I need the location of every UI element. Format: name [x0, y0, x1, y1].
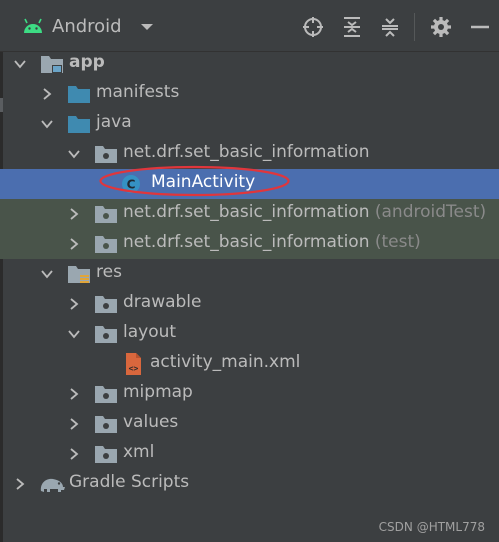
chevron-right-icon[interactable] — [67, 237, 81, 251]
tree-label-drawable: drawable — [123, 292, 202, 312]
module-folder-icon — [41, 56, 63, 73]
tree-row-xml[interactable]: xml — [0, 439, 499, 469]
chevron-down-icon[interactable] — [67, 147, 81, 161]
tree-label-manifests: manifests — [96, 82, 180, 102]
tree-row-package-test[interactable]: net.drf.set_basic_information (test) — [0, 229, 499, 259]
chevron-right-icon[interactable] — [67, 387, 81, 401]
project-toolbar: Android — [0, 0, 499, 52]
tree-row-gradle-scripts[interactable]: Gradle Scripts — [0, 469, 499, 499]
toolbar-separator — [414, 13, 415, 41]
annotation-ellipse — [99, 165, 290, 197]
tree-label-java: java — [96, 112, 132, 132]
tree-label-layout: layout — [123, 322, 177, 342]
chevron-down-icon[interactable] — [40, 267, 54, 281]
android-icon — [24, 18, 42, 33]
tree-row-res[interactable]: res — [0, 259, 499, 289]
tree-row-values[interactable]: values — [0, 409, 499, 439]
locate-icon[interactable] — [302, 16, 324, 38]
chevron-down-icon[interactable] — [13, 57, 27, 71]
chevron-right-icon[interactable] — [67, 417, 81, 431]
layout-file-icon: <> — [126, 353, 141, 375]
tree-row-app[interactable]: app — [0, 49, 499, 79]
folder-icon — [95, 296, 117, 313]
source-set-suffix: (androidTest) — [374, 202, 487, 222]
tree-row-java[interactable]: java — [0, 109, 499, 139]
folder-icon — [95, 446, 117, 463]
watermark: CSDN @HTML778 — [378, 520, 485, 534]
tree-label-gradle-scripts: Gradle Scripts — [69, 472, 190, 492]
package-icon — [95, 206, 117, 223]
tree-label-package-android-test: net.drf.set_basic_information (androidTe… — [123, 202, 487, 222]
chevron-right-icon[interactable] — [40, 87, 54, 101]
tree-row-activity-main[interactable]: <> activity_main.xml — [0, 349, 499, 379]
source-folder-icon — [68, 116, 90, 133]
folder-icon — [95, 386, 117, 403]
tree-row-mipmap[interactable]: mipmap — [0, 379, 499, 409]
tree-row-manifests[interactable]: manifests — [0, 79, 499, 109]
chevron-down-icon[interactable] — [140, 23, 154, 31]
resource-folder-icon — [68, 266, 90, 283]
chevron-right-icon[interactable] — [67, 207, 81, 221]
tree-row-layout[interactable]: layout — [0, 319, 499, 349]
tree-label-package: net.drf.set_basic_information — [123, 142, 370, 162]
tree-label-values: values — [123, 412, 179, 432]
collapse-all-icon[interactable] — [379, 16, 401, 38]
package-icon — [95, 236, 117, 253]
folder-icon — [95, 416, 117, 433]
gear-icon[interactable] — [430, 16, 452, 38]
tree-label-res: res — [96, 262, 122, 282]
minimize-icon[interactable] — [469, 16, 491, 38]
chevron-right-icon[interactable] — [67, 297, 81, 311]
view-selector[interactable]: Android — [52, 16, 122, 37]
chevron-right-icon[interactable] — [13, 477, 27, 491]
tree-row-package-android-test[interactable]: net.drf.set_basic_information (androidTe… — [0, 199, 499, 229]
tree-label-app: app — [69, 52, 105, 72]
svg-text:<>: <> — [129, 364, 139, 373]
folder-icon — [95, 326, 117, 343]
gradle-elephant-icon — [40, 478, 65, 492]
tree-label-activity-main: activity_main.xml — [150, 352, 301, 372]
package-icon — [95, 146, 117, 163]
tree-row-drawable[interactable]: drawable — [0, 289, 499, 319]
tree-label-xml: xml — [123, 442, 155, 462]
tree-label-mipmap: mipmap — [123, 382, 193, 402]
tree-label-package-test: net.drf.set_basic_information (test) — [123, 232, 421, 252]
chevron-right-icon[interactable] — [67, 447, 81, 461]
folder-icon — [68, 86, 90, 103]
chevron-down-icon[interactable] — [67, 327, 81, 341]
expand-all-icon[interactable] — [341, 16, 363, 38]
chevron-down-icon[interactable] — [40, 117, 54, 131]
source-set-suffix: (test) — [374, 232, 421, 252]
